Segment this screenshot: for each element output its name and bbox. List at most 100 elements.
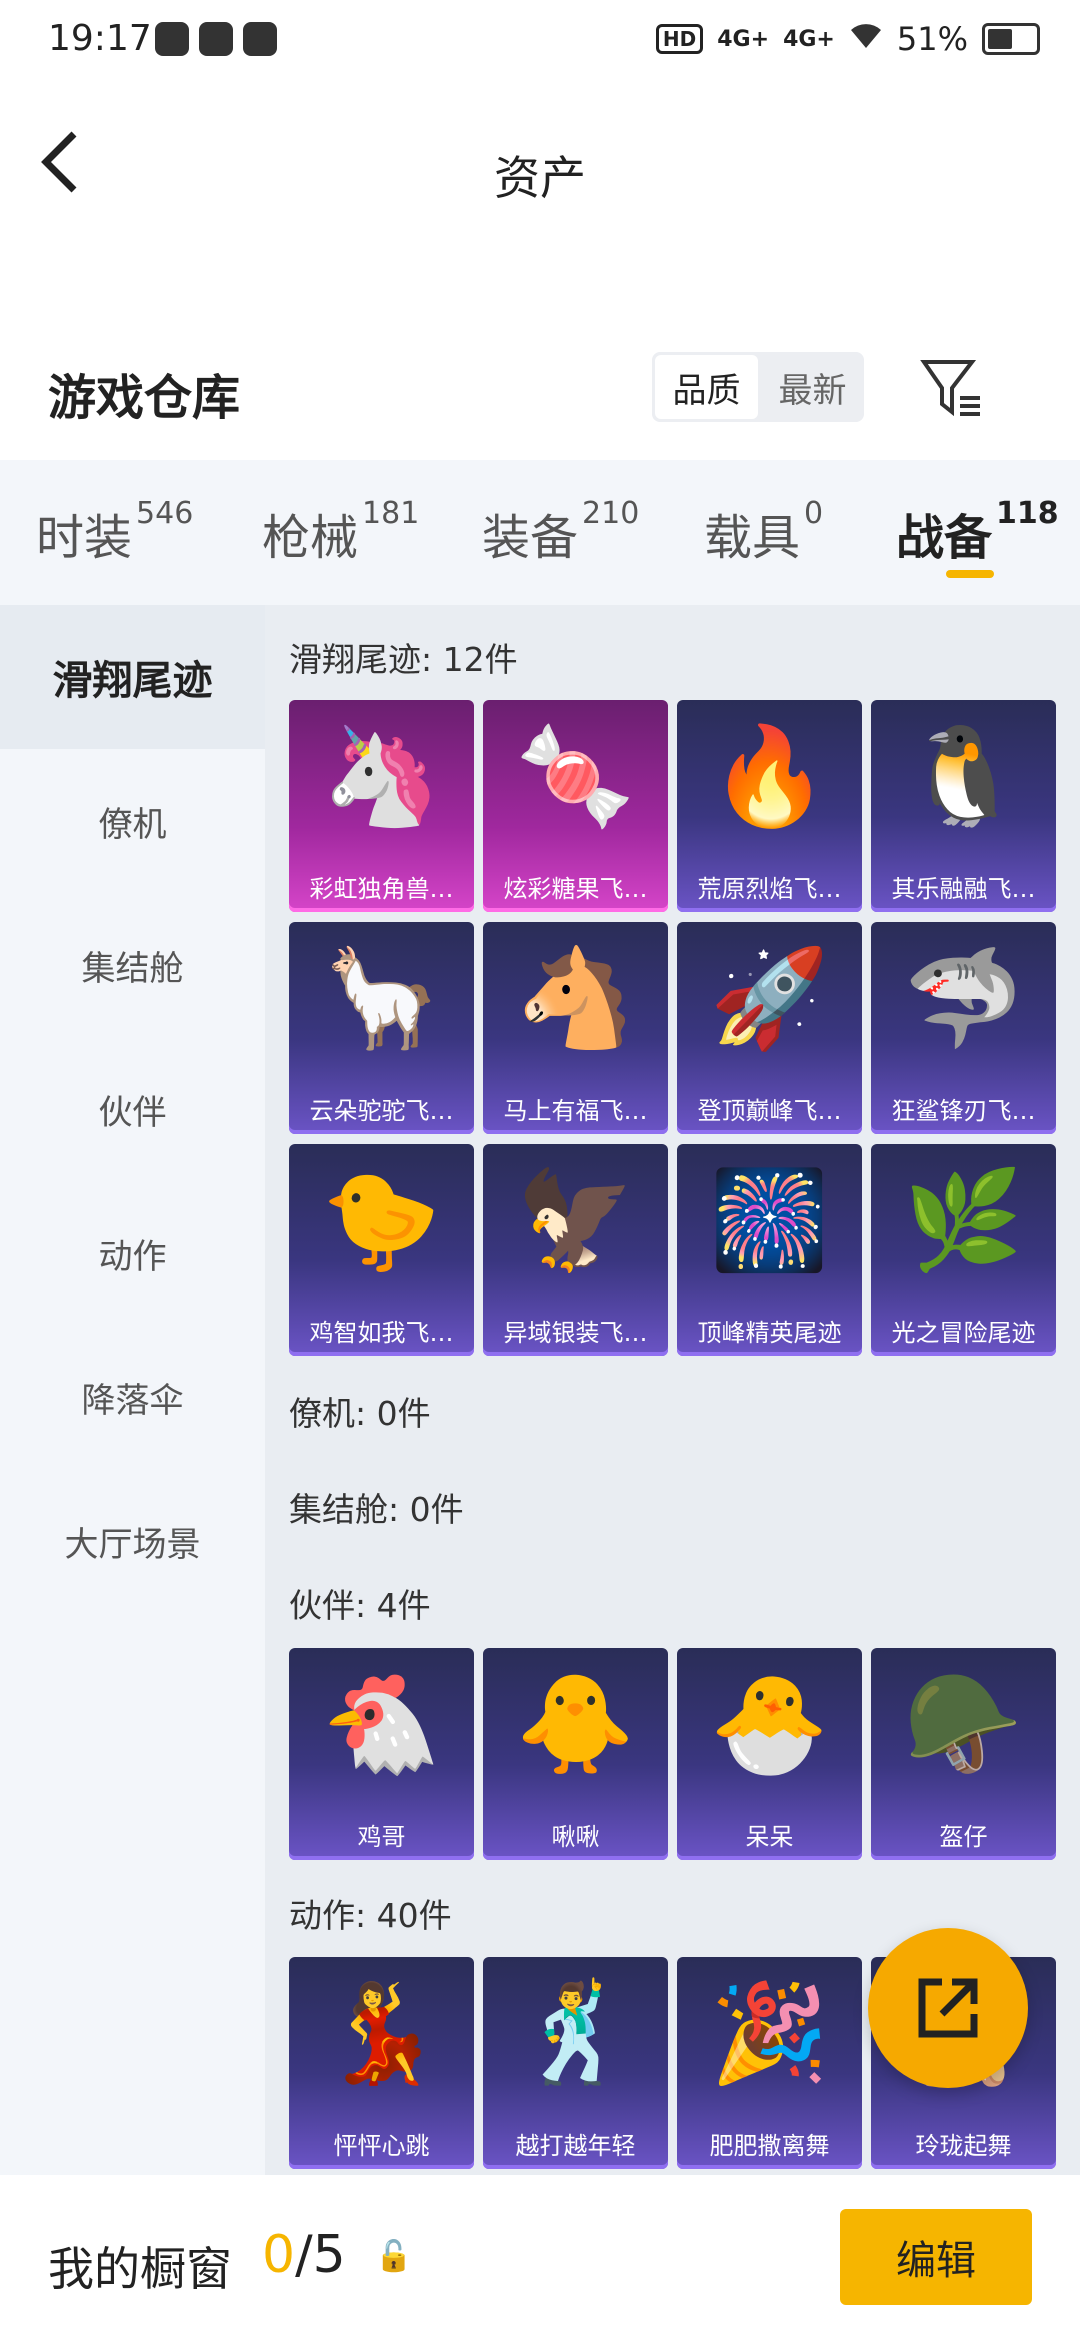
item-card[interactable]: 🐣 呆呆 bbox=[677, 1648, 862, 1860]
sidebar-item-lobby-scene[interactable]: 大厅场景 bbox=[0, 1469, 265, 1613]
sidebar-item-glide-trail[interactable]: 滑翔尾迹 bbox=[0, 605, 265, 749]
item-art-icon: 🐧 bbox=[903, 720, 1024, 833]
app-notification-icon bbox=[199, 22, 233, 56]
item-art-icon: 🐴 bbox=[515, 942, 636, 1055]
item-label: 盔仔 bbox=[939, 1823, 988, 1851]
section-title-partner: 伙伴: 4件 bbox=[289, 1586, 431, 1625]
item-card[interactable]: 🚀 登顶巅峰飞… bbox=[677, 922, 862, 1134]
hd-icon: HD bbox=[655, 24, 704, 54]
share-icon bbox=[918, 1978, 978, 2038]
sidebar-item-parachute[interactable]: 降落伞 bbox=[0, 1325, 265, 1469]
item-label: 荒原烈焰飞… bbox=[697, 875, 842, 903]
status-bar: 19:17 HD 4G+ 4G+ 51% bbox=[0, 0, 1080, 90]
tab-vehicles[interactable]: 载具 0 bbox=[704, 496, 823, 568]
notification-icons bbox=[155, 22, 277, 56]
item-card[interactable]: 🌿 光之冒险尾迹 bbox=[871, 1144, 1056, 1356]
item-art-icon: 🍬 bbox=[515, 720, 636, 833]
item-label: 啾啾 bbox=[551, 1823, 600, 1851]
item-art-icon: 🦄 bbox=[321, 720, 442, 833]
signal-icon: 4G+ bbox=[717, 26, 770, 52]
item-art-icon: 🦅 bbox=[515, 1164, 636, 1277]
item-art-icon: 🌿 bbox=[903, 1164, 1024, 1277]
tab-fashion[interactable]: 时装 546 bbox=[36, 496, 193, 568]
sidebar-item-assembly-pod[interactable]: 集结舱 bbox=[0, 893, 265, 1037]
item-label: 其乐融融飞… bbox=[891, 875, 1036, 903]
item-card[interactable]: 🍬 炫彩糖果飞… bbox=[483, 700, 668, 912]
tab-equipment[interactable]: 装备 210 bbox=[482, 496, 639, 568]
item-art-icon: 🕺 bbox=[515, 1977, 636, 2090]
item-card[interactable]: 🦅 异域银装飞… bbox=[483, 1144, 668, 1356]
item-card[interactable]: 🦙 云朵驼驼飞… bbox=[289, 922, 474, 1134]
share-button[interactable] bbox=[868, 1928, 1028, 2088]
item-label: 彩虹独角兽… bbox=[309, 875, 454, 903]
battery-icon bbox=[982, 23, 1040, 55]
active-tab-indicator bbox=[946, 570, 994, 578]
item-label: 鸡智如我飞… bbox=[309, 1319, 454, 1347]
tab-combat-gear[interactable]: 战备 118 bbox=[896, 496, 1059, 568]
showcase-bar: 我的橱窗 0/5 🔓 编辑 bbox=[0, 2175, 1080, 2340]
item-art-icon: 🪖 bbox=[903, 1668, 1024, 1781]
section-title-pod: 集结舱: 0件 bbox=[289, 1490, 464, 1529]
showcase-label: 我的橱窗 bbox=[48, 2242, 232, 2296]
item-label: 玲珑起舞 bbox=[915, 2132, 1012, 2160]
section-title-emote: 动作: 40件 bbox=[289, 1896, 452, 1935]
lock-icon: 🔓 bbox=[375, 2239, 413, 2274]
item-label: 鸡哥 bbox=[357, 1823, 406, 1851]
item-label: 呆呆 bbox=[745, 1823, 794, 1851]
item-card[interactable]: 🎆 顶峰精英尾迹 bbox=[677, 1144, 862, 1356]
item-label: 越打越年轻 bbox=[515, 2132, 636, 2160]
wifi-icon bbox=[849, 20, 883, 58]
item-label: 马上有福飞… bbox=[503, 1097, 648, 1125]
item-label: 狂鲨锋刃飞… bbox=[891, 1097, 1036, 1125]
item-art-icon: 💃 bbox=[321, 1977, 442, 2090]
filter-icon bbox=[920, 360, 980, 417]
item-card[interactable]: 🦈 狂鲨锋刃飞… bbox=[871, 922, 1056, 1134]
item-card[interactable]: 🎉 肥肥撒离舞 bbox=[677, 1957, 862, 2169]
app-notification-icon bbox=[243, 22, 277, 56]
item-art-icon: 🦈 bbox=[903, 942, 1024, 1055]
signal-icon: 4G+ bbox=[783, 26, 835, 52]
item-label: 登顶巅峰飞… bbox=[697, 1097, 842, 1125]
item-label: 怦怦心跳 bbox=[333, 2132, 430, 2160]
item-art-icon: 🎆 bbox=[709, 1164, 830, 1277]
section-title-glide: 滑翔尾迹: 12件 bbox=[289, 640, 518, 679]
item-art-icon: 🐔 bbox=[321, 1668, 442, 1781]
item-card[interactable]: 🐥 啾啾 bbox=[483, 1648, 668, 1860]
item-card[interactable]: 🐴 马上有福飞… bbox=[483, 922, 668, 1134]
edit-button[interactable]: 编辑 bbox=[840, 2209, 1032, 2305]
item-card[interactable]: 🕺 越打越年轻 bbox=[483, 1957, 668, 2169]
glide-grid: 🦄 彩虹独角兽… 🍬 炫彩糖果飞… 🔥 荒原烈焰飞… 🐧 其乐融融飞… 🦙 云朵驼驼飞… 🐴 马上有福… bbox=[289, 700, 1056, 1356]
item-label: 顶峰精英尾迹 bbox=[697, 1319, 842, 1347]
sidebar-item-emote[interactable]: 动作 bbox=[0, 1181, 265, 1325]
item-card[interactable]: 💃 怦怦心跳 bbox=[289, 1957, 474, 2169]
item-card[interactable]: 🦄 彩虹独角兽… bbox=[289, 700, 474, 912]
item-label: 肥肥撒离舞 bbox=[709, 2132, 830, 2160]
item-art-icon: 🎉 bbox=[709, 1977, 830, 2090]
partner-grid: 🐔 鸡哥 🐥 啾啾 🐣 呆呆 🪖 盔仔 bbox=[289, 1648, 1056, 1860]
sidebar: 滑翔尾迹 僚机 集结舱 伙伴 动作 降落伞 大厅场景 bbox=[0, 605, 265, 2175]
status-time: 19:17 bbox=[48, 18, 152, 59]
filter-button[interactable] bbox=[920, 356, 984, 420]
section-title-wingman: 僚机: 0件 bbox=[289, 1394, 431, 1433]
item-art-icon: 🐣 bbox=[709, 1668, 830, 1781]
item-card[interactable]: 🔥 荒原烈焰飞… bbox=[677, 700, 862, 912]
item-card[interactable]: 🪖 盔仔 bbox=[871, 1648, 1056, 1860]
sort-quality-button[interactable]: 品质 bbox=[655, 355, 758, 419]
item-label: 光之冒险尾迹 bbox=[891, 1319, 1036, 1347]
item-card[interactable]: 🐔 鸡哥 bbox=[289, 1648, 474, 1860]
item-art-icon: 🐤 bbox=[321, 1164, 442, 1277]
top-nav: 资产 bbox=[0, 90, 1080, 250]
item-art-icon: 🐥 bbox=[515, 1668, 636, 1781]
item-card[interactable]: 🐤 鸡智如我飞… bbox=[289, 1144, 474, 1356]
tab-guns[interactable]: 枪械 181 bbox=[262, 496, 419, 568]
item-art-icon: 🚀 bbox=[709, 942, 830, 1055]
sidebar-item-wingman[interactable]: 僚机 bbox=[0, 749, 265, 893]
sort-newest-button[interactable]: 最新 bbox=[761, 352, 864, 422]
item-label: 炫彩糖果飞… bbox=[503, 875, 648, 903]
sidebar-item-partner[interactable]: 伙伴 bbox=[0, 1037, 265, 1181]
battery-level: 51% bbox=[896, 20, 968, 58]
item-art-icon: 🦙 bbox=[321, 942, 442, 1055]
item-card[interactable]: 🐧 其乐融融飞… bbox=[871, 700, 1056, 912]
sort-toggle: 品质 最新 bbox=[652, 352, 864, 422]
page-title: 资产 bbox=[494, 151, 586, 205]
